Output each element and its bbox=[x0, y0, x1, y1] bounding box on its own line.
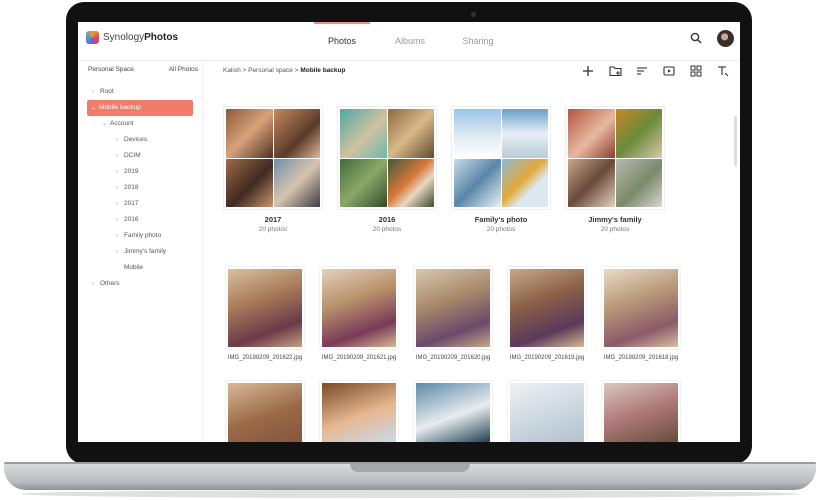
chevron-right-icon: › bbox=[116, 201, 118, 207]
brand-name: Synology bbox=[103, 32, 145, 43]
tree-item-2018[interactable]: › 2018 bbox=[116, 180, 138, 196]
album-count: 20 photos bbox=[258, 226, 288, 233]
chevron-down-icon: ⌄ bbox=[91, 105, 97, 111]
camera bbox=[471, 12, 476, 17]
photo-filename: IMG_20190209_201619.jpg bbox=[509, 355, 585, 361]
album-cover bbox=[337, 106, 437, 210]
tree-item-others[interactable]: › Others bbox=[92, 276, 120, 292]
all-photos-link[interactable]: All Photos bbox=[169, 66, 198, 73]
tree-item-mobile[interactable]: Mobile bbox=[116, 260, 143, 276]
chevron-right-icon: › bbox=[116, 169, 118, 175]
view-grid-icon[interactable] bbox=[687, 62, 705, 80]
slideshow-icon[interactable] bbox=[660, 62, 678, 80]
album-card-familys-photo[interactable]: Family's photo 20 photos bbox=[451, 106, 551, 233]
tree-item-family-photo[interactable]: › Family photo bbox=[116, 228, 161, 244]
tree-item-mobile-backup[interactable]: ⌄ Mobile backup bbox=[87, 100, 193, 116]
toolbar bbox=[579, 62, 732, 80]
photo-thumb[interactable] bbox=[319, 380, 399, 442]
tree-item-2016[interactable]: › 2016 bbox=[116, 212, 138, 228]
album-name: Jimmy's family bbox=[588, 215, 642, 224]
sidebar-header: Personal Space All Photos bbox=[88, 66, 198, 73]
chevron-right-icon: › bbox=[116, 153, 118, 159]
photo-thumb[interactable]: IMG_20190209_201618.jpg bbox=[601, 266, 681, 361]
avatar[interactable] bbox=[717, 29, 734, 47]
tab-photos[interactable]: Photos bbox=[308, 22, 376, 60]
laptop-shadow bbox=[20, 490, 800, 498]
tree-item-devices[interactable]: › Devices bbox=[116, 132, 147, 148]
album-name: 2017 bbox=[264, 215, 282, 224]
album-count: 20 photos bbox=[600, 226, 630, 233]
synology-photos-logo-icon bbox=[86, 31, 99, 44]
photo-thumb[interactable] bbox=[413, 380, 493, 442]
album-count: 20 photos bbox=[486, 226, 516, 233]
chevron-down-icon: ⌄ bbox=[102, 121, 108, 127]
new-folder-icon[interactable] bbox=[606, 62, 624, 80]
breadcrumb-path[interactable]: Kalish > Personal space > bbox=[223, 67, 300, 74]
chevron-right-icon: › bbox=[92, 89, 94, 95]
filter-icon[interactable] bbox=[714, 62, 732, 80]
photo-filename: IMG_20190209_201618.jpg bbox=[603, 355, 679, 361]
chevron-right-icon: › bbox=[116, 137, 118, 143]
brand-product: Photos bbox=[144, 32, 179, 43]
album-name: Family's photo bbox=[474, 215, 528, 224]
photo-thumb[interactable] bbox=[601, 380, 681, 442]
chevron-right-icon: › bbox=[116, 185, 118, 191]
tree-item-root[interactable]: › Root bbox=[92, 84, 114, 100]
top-right-actions bbox=[687, 29, 734, 47]
top-bar: SynologyPhotos Photos Albums Sharing bbox=[78, 22, 740, 61]
tab-albums[interactable]: Albums bbox=[376, 22, 444, 60]
album-cover bbox=[451, 106, 551, 210]
scrollbar[interactable] bbox=[734, 116, 737, 166]
main-tabs: Photos Albums Sharing bbox=[308, 22, 512, 60]
album-card-2017[interactable]: 2017 20 photos bbox=[223, 106, 323, 233]
photo-thumb[interactable]: IMG_20190209_201621.jpg bbox=[319, 266, 399, 361]
search-icon[interactable] bbox=[687, 29, 705, 47]
tree-item-2019[interactable]: › 2019 bbox=[116, 164, 138, 180]
album-cover bbox=[223, 106, 323, 210]
photo-thumb[interactable] bbox=[507, 380, 587, 442]
photo-thumb[interactable]: IMG_20190209_201622.jpg bbox=[225, 266, 305, 361]
album-card-2016[interactable]: 2016 20 photos bbox=[337, 106, 437, 233]
chevron-right-icon: › bbox=[116, 249, 118, 255]
photo-thumb[interactable] bbox=[225, 380, 305, 442]
breadcrumb-current: Mobile backup bbox=[300, 67, 346, 74]
sidebar: Personal Space All Photos › Root ⌄ Mobile … bbox=[78, 60, 203, 442]
breadcrumb: Kalish > Personal space > Mobile backup bbox=[223, 67, 345, 74]
album-cover bbox=[565, 106, 665, 210]
album-count: 20 photos bbox=[372, 226, 402, 233]
app-window: SynologyPhotos Photos Albums Sharing Per… bbox=[78, 22, 740, 442]
photo-thumb[interactable]: IMG_20190209_201620.jpg bbox=[413, 266, 493, 361]
personal-space-selector[interactable]: Personal Space bbox=[88, 66, 134, 73]
tab-sharing[interactable]: Sharing bbox=[444, 22, 512, 60]
tree-item-account[interactable]: ⌄ Account bbox=[102, 116, 134, 132]
chevron-right-icon: › bbox=[116, 217, 118, 223]
tree-item-2017[interactable]: › 2017 bbox=[116, 196, 138, 212]
tree-item-jimmys-family[interactable]: › Jimmy's family bbox=[116, 244, 166, 260]
photo-filename: IMG_20190209_201620.jpg bbox=[415, 355, 491, 361]
app-logo: SynologyPhotos bbox=[86, 31, 178, 44]
photo-filename: IMG_20190209_201622.jpg bbox=[227, 355, 303, 361]
album-card-jimmys-family[interactable]: Jimmy's family 20 photos bbox=[565, 106, 665, 233]
photo-filename: IMG_20190209_201621.jpg bbox=[321, 355, 397, 361]
laptop-notch bbox=[350, 464, 470, 472]
tree-item-dcim[interactable]: › DCIM bbox=[116, 148, 141, 164]
chevron-right-icon: › bbox=[92, 281, 94, 287]
add-icon[interactable] bbox=[579, 62, 597, 80]
album-name: 2016 bbox=[378, 215, 396, 224]
photo-thumb[interactable]: IMG_20190209_201619.jpg bbox=[507, 266, 587, 361]
sort-icon[interactable] bbox=[633, 62, 651, 80]
chevron-right-icon: › bbox=[116, 233, 118, 239]
main-content: Kalish > Personal space > Mobile backup … bbox=[203, 60, 740, 442]
